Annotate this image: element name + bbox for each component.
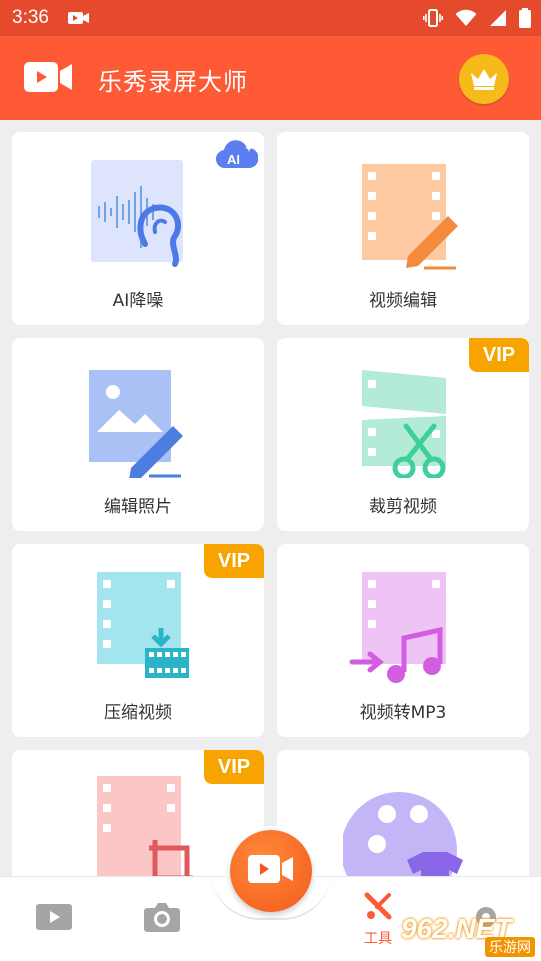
tool-card-video-cut[interactable]: VIP 裁剪视频: [277, 338, 529, 531]
vip-crown-button[interactable]: [459, 54, 509, 104]
record-button-inner: [230, 830, 312, 912]
photo-edit-icon: [83, 358, 193, 483]
ai-denoise-icon: [83, 152, 193, 277]
vip-badge: VIP: [204, 750, 264, 784]
screen-record-status-icon: [68, 10, 90, 31]
app-title: 乐秀录屏大师: [98, 68, 248, 96]
tool-card-label: 编辑照片: [104, 497, 172, 517]
vip-badge: VIP: [469, 338, 529, 372]
app-bar: 乐秀录屏大师: [0, 36, 541, 120]
tools-icon: [363, 891, 393, 926]
cell-signal-icon: [489, 9, 507, 32]
nav-videos[interactable]: [24, 877, 84, 961]
vibrate-icon: [423, 8, 443, 33]
record-button[interactable]: [226, 826, 316, 916]
video-cut-icon: [348, 358, 458, 483]
video-to-mp3-icon: [348, 564, 458, 689]
wifi-icon: [455, 9, 477, 32]
vip-badge: VIP: [204, 544, 264, 578]
nav-screenshots[interactable]: [132, 877, 192, 961]
tool-card-video-edit[interactable]: 视频编辑: [277, 132, 529, 325]
video-edit-icon: [348, 152, 458, 277]
nav-tools-label: 工具: [364, 931, 392, 947]
tool-card-label: 视频编辑: [369, 291, 437, 311]
watermark-text: 乐游网: [485, 937, 535, 957]
battery-icon: [519, 8, 531, 33]
tool-card-label: 裁剪视频: [369, 497, 437, 517]
camera-icon: [143, 902, 181, 937]
status-bar: 3:36: [0, 0, 541, 36]
app-logo-icon: [24, 60, 74, 99]
tool-card-video-compress[interactable]: VIP 压缩视频: [12, 544, 264, 737]
record-camera-icon: [248, 853, 294, 890]
video-play-icon: [36, 904, 72, 935]
tool-card-photo-edit[interactable]: 编辑照片: [12, 338, 264, 531]
tool-card-video-to-mp3[interactable]: 视频转MP3: [277, 544, 529, 737]
nav-tools[interactable]: 工具: [348, 877, 408, 961]
tool-card-label: 视频转MP3: [359, 703, 447, 723]
status-time: 3:36: [12, 7, 49, 28]
ai-badge-text: AI: [227, 152, 240, 167]
tool-card-ai-denoise[interactable]: AI AI降噪: [12, 132, 264, 325]
tool-card-label: 压缩视频: [104, 703, 172, 723]
ai-badge-icon: AI: [215, 138, 259, 177]
site-watermark: 962.NET 乐游网: [401, 913, 537, 957]
tool-card-label: AI降噪: [112, 291, 164, 311]
video-compress-icon: [83, 564, 193, 689]
